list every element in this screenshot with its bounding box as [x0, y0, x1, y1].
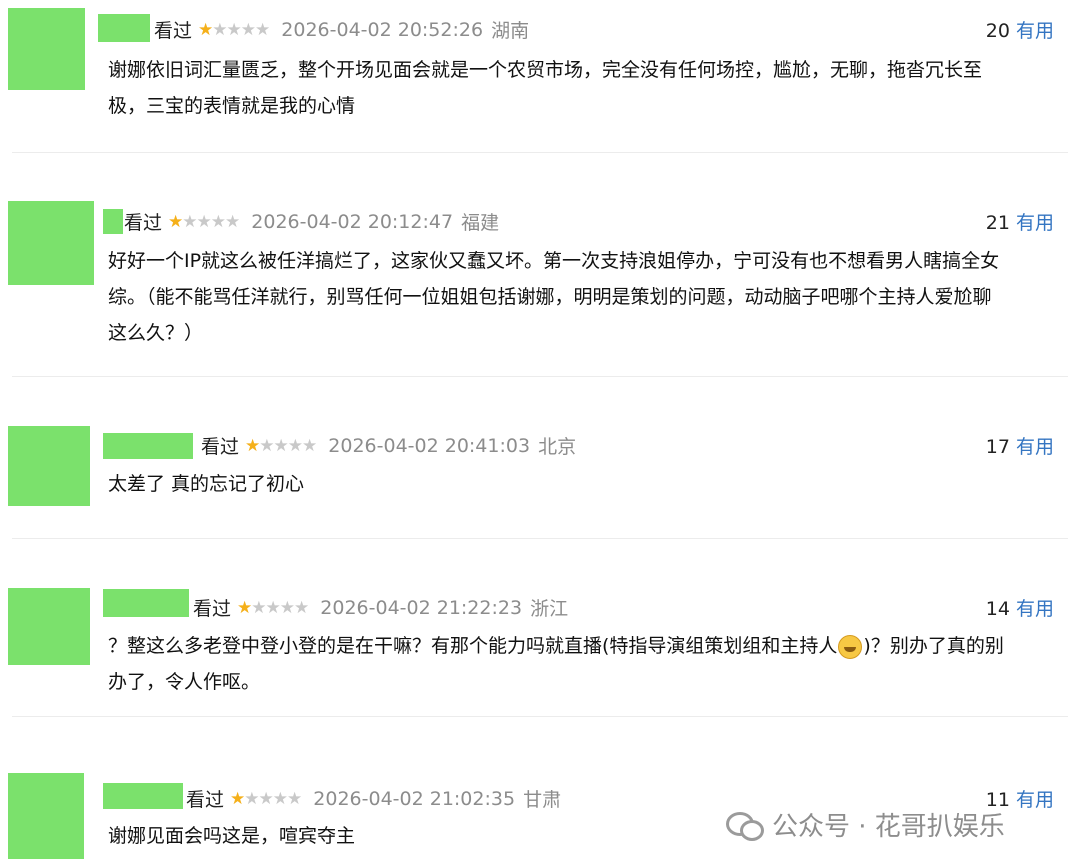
watch-status: 看过 [154, 20, 193, 42]
useful-vote[interactable]: 17 有用 [986, 432, 1054, 459]
divider [12, 376, 1068, 377]
review-text-part: )？别办了真的别 [863, 635, 1004, 657]
review-line: 谢娜依旧词汇量匮乏，整个开场见面会就是一个农贸市场，完全没有任何场控，尴尬，无聊… [108, 59, 983, 81]
review-text: 太差了 真的忘记了初心 [108, 466, 1058, 502]
star-empty-icon: ★ [251, 597, 266, 618]
star-empty-icon: ★ [287, 435, 303, 456]
useful-vote[interactable]: 20 有用 [986, 16, 1054, 43]
vote-count: 17 [985, 436, 1010, 458]
review-time: 2026-04-02 21:02:35 [313, 787, 516, 810]
star-empty-icon: ★ [294, 597, 309, 618]
star-filled-icon: ★ [237, 597, 252, 618]
grin-emoji-icon [838, 634, 863, 659]
rating-stars: ★ ★ ★ ★ ★ [230, 788, 302, 809]
star-filled-icon: ★ [245, 435, 260, 456]
avatar[interactable] [8, 426, 90, 506]
rating-stars: ★ ★ ★ ★ ★ [245, 435, 317, 456]
useful-button[interactable]: 有用 [1016, 789, 1054, 811]
star-empty-icon: ★ [273, 435, 289, 456]
rating-stars: ★ ★ ★ ★ ★ [198, 19, 270, 40]
star-empty-icon: ★ [240, 19, 256, 40]
star-empty-icon: ★ [272, 788, 288, 809]
wechat-icon [726, 810, 764, 841]
star-empty-icon: ★ [287, 788, 302, 809]
review-text-part: ？整这么多老登中登小登的是在干嘛？有那个能力吗就直播(特指导演组策划组和主持人 [108, 635, 838, 657]
star-empty-icon: ★ [225, 211, 240, 232]
review-text: 谢娜依旧词汇量匮乏，整个开场见面会就是一个农贸市场，完全没有任何场控，尴尬，无聊… [108, 52, 1058, 124]
review-meta: 看过 ★ ★ ★ ★ ★ 2026-04-02 20:12:47 福建 [124, 208, 499, 235]
username-redacted[interactable] [103, 589, 189, 617]
review-time: 2026-04-02 20:52:26 [281, 18, 484, 41]
username-redacted[interactable] [103, 209, 123, 234]
star-filled-icon: ★ [230, 788, 245, 809]
vote-count: 20 [985, 20, 1010, 42]
username-redacted[interactable] [103, 433, 193, 459]
review-location: 浙江 [530, 598, 569, 620]
star-empty-icon: ★ [259, 435, 274, 456]
review-meta: 看过 ★ ★ ★ ★ ★ 2026-04-02 21:02:35 甘肃 [186, 785, 561, 812]
review-line: 综。（能不能骂任洋就行，别骂任何一位姐姐包括谢娜，明明是策划的问题，动动脑子吧哪… [108, 286, 992, 308]
rating-stars: ★ ★ ★ ★ ★ [168, 211, 240, 232]
review-time: 2026-04-02 20:41:03 [328, 434, 531, 457]
review-meta: 看过 ★ ★ ★ ★ ★ 2026-04-02 21:22:23 浙江 [193, 594, 568, 621]
review-location: 甘肃 [523, 789, 562, 811]
useful-vote[interactable]: 14 有用 [986, 594, 1054, 621]
vote-count: 14 [985, 598, 1010, 620]
divider [12, 716, 1068, 717]
star-empty-icon: ★ [265, 597, 281, 618]
review-location: 湖南 [491, 20, 530, 42]
star-filled-icon: ★ [198, 19, 213, 40]
review-line: ？整这么多老登中登小登的是在干嘛？有那个能力吗就直播(特指导演组策划组和主持人)… [108, 628, 1058, 664]
useful-vote[interactable]: 21 有用 [986, 208, 1054, 235]
review-time: 2026-04-02 21:22:23 [320, 596, 523, 619]
divider [12, 538, 1068, 539]
avatar[interactable] [8, 773, 84, 859]
watch-status: 看过 [186, 789, 225, 811]
star-empty-icon: ★ [258, 788, 274, 809]
review-text: ？整这么多老登中登小登的是在干嘛？有那个能力吗就直播(特指导演组策划组和主持人)… [108, 628, 1058, 700]
avatar[interactable] [8, 201, 94, 285]
review-meta: 看过 ★ ★ ★ ★ ★ 2026-04-02 20:52:26 湖南 [154, 16, 529, 43]
star-empty-icon: ★ [212, 19, 227, 40]
wechat-watermark: 公众号 · 花哥扒娱乐 [726, 806, 1005, 843]
rating-stars: ★ ★ ★ ★ ★ [237, 597, 309, 618]
star-empty-icon: ★ [302, 435, 317, 456]
review-meta: 看过 ★ ★ ★ ★ ★ 2026-04-02 20:41:03 北京 [201, 432, 576, 459]
useful-button[interactable]: 有用 [1016, 598, 1054, 620]
star-empty-icon: ★ [244, 788, 259, 809]
star-empty-icon: ★ [182, 211, 197, 232]
avatar[interactable] [8, 588, 90, 665]
useful-button[interactable]: 有用 [1016, 20, 1054, 42]
username-redacted[interactable] [103, 783, 183, 809]
divider [12, 152, 1068, 153]
review-line: 这么久？） [108, 322, 204, 344]
watermark-text: 公众号 · 花哥扒娱乐 [772, 812, 1005, 842]
star-empty-icon: ★ [279, 597, 295, 618]
watch-status: 看过 [201, 436, 240, 458]
avatar[interactable] [8, 8, 85, 90]
review-location: 福建 [461, 212, 500, 234]
review-text: 好好一个IP就这么被任洋搞烂了，这家伙又蠢又坏。第一次支持浪姐停办，宁可没有也不… [108, 243, 1058, 351]
review-line: 好好一个IP就这么被任洋搞烂了，这家伙又蠢又坏。第一次支持浪姐停办，宁可没有也不… [108, 250, 1000, 272]
star-empty-icon: ★ [226, 19, 242, 40]
star-empty-icon: ★ [196, 211, 212, 232]
star-empty-icon: ★ [255, 19, 270, 40]
useful-button[interactable]: 有用 [1016, 212, 1054, 234]
star-empty-icon: ★ [210, 211, 226, 232]
watch-status: 看过 [124, 212, 163, 234]
useful-button[interactable]: 有用 [1016, 436, 1054, 458]
username-redacted[interactable] [98, 14, 150, 42]
review-line: 太差了 真的忘记了初心 [108, 473, 305, 495]
review-time: 2026-04-02 20:12:47 [251, 210, 454, 233]
review-location: 北京 [538, 436, 577, 458]
review-line: 极，三宝的表情就是我的心情 [108, 95, 356, 117]
star-filled-icon: ★ [168, 211, 183, 232]
watch-status: 看过 [193, 598, 232, 620]
review-line: 办了，令人作呕。 [108, 671, 261, 693]
vote-count: 21 [985, 212, 1010, 234]
